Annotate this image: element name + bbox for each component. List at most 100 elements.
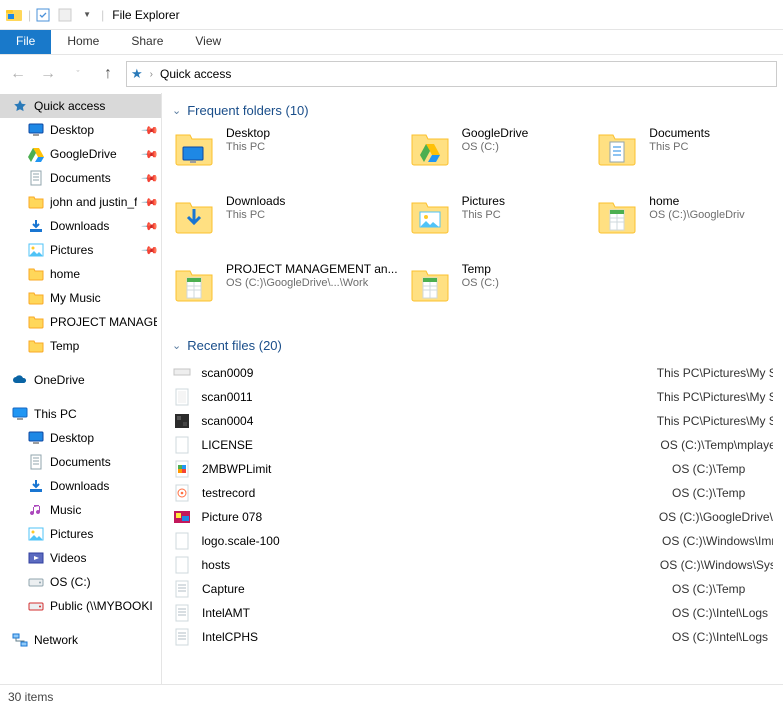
folder-tile[interactable]: Documents This PC 📌	[595, 126, 773, 180]
sidebar-item-label: OS (C:)	[50, 575, 91, 589]
recent-file-row[interactable]: Picture 078 OS (C:)\GoogleDrive\I	[172, 505, 773, 529]
gdrive-folder-icon	[408, 126, 452, 170]
recent-file-row[interactable]: testrecord OS (C:)\Temp	[172, 481, 773, 505]
recent-file-row[interactable]: scan0004 This PC\Pictures\My S	[172, 409, 773, 433]
netdrive-icon	[28, 598, 44, 614]
nav-up-button[interactable]: ↑	[96, 62, 120, 86]
content-pane[interactable]: ⌄ Frequent folders (10) Desktop This PC …	[162, 93, 783, 684]
section-header-recent[interactable]: ⌄ Recent files (20)	[172, 332, 773, 361]
recent-file-row[interactable]: scan0009 This PC\Pictures\My S	[172, 361, 773, 385]
folder-tile[interactable]: Pictures This PC 📌	[408, 194, 586, 248]
recent-file-row[interactable]: IntelCPHS OS (C:)\Intel\Logs	[172, 625, 773, 649]
address-bar[interactable]: ★ › Quick access	[126, 61, 777, 87]
folder-tile[interactable]: Temp OS (C:)	[408, 262, 586, 316]
nav-forward-button[interactable]: →	[36, 62, 60, 86]
sidebar-item[interactable]: Public (\\MYBOOKI	[0, 594, 161, 618]
sidebar-item[interactable]: Pictures📌	[0, 238, 161, 262]
main-pane: Quick access Desktop📌GoogleDrive📌Documen…	[0, 93, 783, 684]
sidebar-network[interactable]: Network	[0, 628, 161, 652]
folder-name: Desktop	[226, 126, 398, 140]
nav-back-button[interactable]: ←	[6, 62, 30, 86]
desktop-icon	[28, 122, 44, 138]
section-header-frequent[interactable]: ⌄ Frequent folders (10)	[172, 97, 773, 126]
frequent-folders-grid: Desktop This PC 📌 GoogleDrive OS (C:) 📌 …	[172, 126, 773, 316]
window-title: File Explorer	[112, 8, 179, 22]
qat-save-icon[interactable]	[33, 5, 53, 25]
folder-icon	[28, 290, 44, 306]
qat-dropdown-icon[interactable]	[55, 5, 75, 25]
sidebar-item[interactable]: Downloads	[0, 474, 161, 498]
folder-icon	[28, 314, 44, 330]
folder-icon	[28, 194, 44, 210]
file-icon	[172, 555, 192, 575]
ribbon-tabs: File Home Share View	[0, 30, 783, 55]
navigation-pane[interactable]: Quick access Desktop📌GoogleDrive📌Documen…	[0, 93, 162, 684]
recent-file-row[interactable]: scan0011 This PC\Pictures\My S	[172, 385, 773, 409]
folder-tile[interactable]: PROJECT MANAGEMENT an... OS (C:)\GoogleD…	[172, 262, 398, 316]
file-icon	[172, 411, 191, 431]
sheet-folder-icon	[172, 262, 216, 306]
folder-tile[interactable]: Downloads This PC 📌	[172, 194, 398, 248]
desktop-icon	[28, 430, 44, 446]
sidebar-item[interactable]: GoogleDrive📌	[0, 142, 161, 166]
recent-file-row[interactable]: IntelAMT OS (C:)\Intel\Logs	[172, 601, 773, 625]
sidebar-item[interactable]: OS (C:)	[0, 570, 161, 594]
folder-tile[interactable]: GoogleDrive OS (C:) 📌	[408, 126, 586, 180]
section-title: Frequent folders (10)	[187, 103, 308, 118]
sidebar-quick-access[interactable]: Quick access	[0, 94, 161, 118]
folder-tile[interactable]: home OS (C:)\GoogleDriv	[595, 194, 773, 248]
sidebar-this-pc[interactable]: This PC	[0, 402, 161, 426]
file-icon	[172, 387, 191, 407]
sidebar-item[interactable]: Temp	[0, 334, 161, 358]
sidebar-item[interactable]: My Music	[0, 286, 161, 310]
file-name: 2MBWPLimit	[202, 462, 662, 476]
folder-tile[interactable]: Desktop This PC 📌	[172, 126, 398, 180]
folder-name: GoogleDrive	[462, 126, 586, 140]
sidebar-item-label: Downloads	[50, 479, 109, 493]
tab-home[interactable]: Home	[51, 30, 115, 54]
file-location: OS (C:)\Intel\Logs	[672, 630, 768, 644]
recent-file-row[interactable]: LICENSE OS (C:)\Temp\mplaye	[172, 433, 773, 457]
sheet-folder-icon	[408, 262, 452, 306]
recent-files-list: scan0009 This PC\Pictures\My S scan0011 …	[172, 361, 773, 649]
sidebar-item[interactable]: Documents	[0, 450, 161, 474]
status-bar: 30 items	[0, 684, 783, 708]
star-icon	[12, 98, 28, 114]
file-icon	[172, 531, 192, 551]
pictures-icon	[28, 242, 44, 258]
recent-file-row[interactable]: Capture OS (C:)\Temp	[172, 577, 773, 601]
nav-recent-dropdown[interactable]: ˇ	[66, 62, 90, 86]
sidebar-item[interactable]: Downloads📌	[0, 214, 161, 238]
qat-customize-icon[interactable]: ▼	[77, 5, 97, 25]
pictures-folder-icon	[408, 194, 452, 238]
tab-file[interactable]: File	[0, 30, 51, 54]
downloads-folder-icon	[172, 194, 216, 238]
sidebar-item[interactable]: Desktop📌	[0, 118, 161, 142]
breadcrumb-chevron-icon[interactable]: ›	[147, 69, 156, 80]
sidebar-onedrive[interactable]: OneDrive	[0, 368, 161, 392]
sidebar-item[interactable]: Pictures	[0, 522, 161, 546]
sheet-folder-icon	[595, 194, 639, 238]
folder-name: Pictures	[462, 194, 586, 208]
tab-view[interactable]: View	[179, 30, 237, 54]
sidebar-item[interactable]: Documents📌	[0, 166, 161, 190]
folder-location: OS (C:)	[462, 277, 586, 289]
file-location: OS (C:)\Windows\Imr	[662, 534, 773, 548]
sidebar-item[interactable]: john and justin_f📌	[0, 190, 161, 214]
recent-file-row[interactable]: logo.scale-100 OS (C:)\Windows\Imr	[172, 529, 773, 553]
music-icon	[28, 502, 44, 518]
folder-icon	[28, 338, 44, 354]
sidebar-item-label: My Music	[50, 291, 101, 305]
folder-name: Documents	[649, 126, 773, 140]
sidebar-item[interactable]: PROJECT MANAGEI	[0, 310, 161, 334]
recent-file-row[interactable]: 2MBWPLimit OS (C:)\Temp	[172, 457, 773, 481]
sidebar-item[interactable]: Music	[0, 498, 161, 522]
sidebar-item[interactable]: home	[0, 262, 161, 286]
sidebar-item[interactable]: Videos	[0, 546, 161, 570]
sidebar-item[interactable]: Desktop	[0, 426, 161, 450]
tab-share[interactable]: Share	[115, 30, 179, 54]
recent-file-row[interactable]: hosts OS (C:)\Windows\Sys	[172, 553, 773, 577]
breadcrumb-location[interactable]: Quick access	[160, 67, 231, 81]
file-name: scan0011	[201, 390, 646, 404]
folder-name: home	[649, 194, 773, 208]
